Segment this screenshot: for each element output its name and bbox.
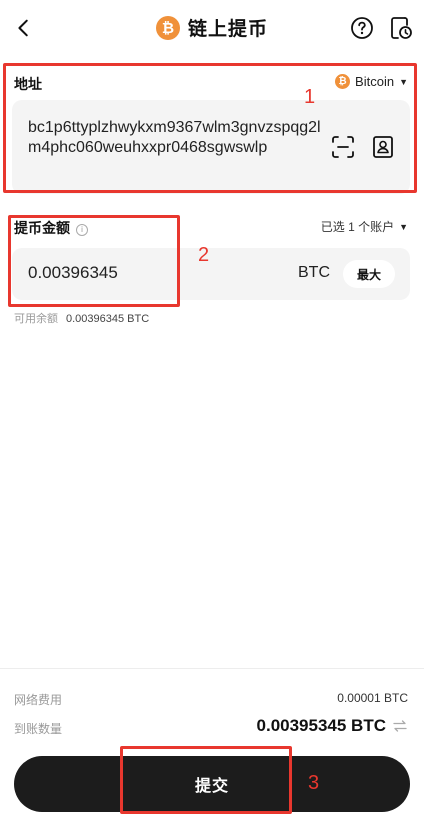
- fee-value: 0.00001 BTC: [337, 691, 408, 705]
- fee-label: 网络费用: [14, 693, 63, 707]
- account-selector-text: 已选 1 个账户: [320, 220, 395, 234]
- annotation-box-2: [8, 215, 180, 307]
- order-history-icon[interactable]: [388, 15, 414, 41]
- bitcoin-icon: ₿: [155, 15, 180, 40]
- divider: [0, 668, 424, 669]
- annotation-box-1: [3, 63, 417, 193]
- account-selector[interactable]: 已选 1 个账户 ▼: [321, 218, 408, 235]
- available-value: 0.00396345 BTC: [66, 313, 150, 325]
- available-label: 可用余额: [14, 313, 58, 325]
- page-title: 链上提币: [187, 19, 268, 40]
- top-bar: ₿ 链上提币: [0, 0, 424, 56]
- help-icon[interactable]: [350, 16, 374, 40]
- amount-unit: BTC: [298, 264, 330, 281]
- caret-down-icon: ▼: [399, 221, 408, 232]
- receive-value: 0.00395345 BTC: [256, 716, 386, 735]
- swap-icon[interactable]: [392, 718, 408, 734]
- receive-label: 到账数量: [14, 722, 63, 736]
- annotation-box-3: [120, 746, 292, 814]
- max-button[interactable]: 最大: [343, 260, 395, 288]
- annotation-number-2: 2: [198, 244, 210, 266]
- available-balance: 可用余额 0.00396345 BTC: [14, 310, 149, 326]
- annotation-number-3: 3: [308, 772, 320, 794]
- annotation-number-1: 1: [304, 86, 316, 108]
